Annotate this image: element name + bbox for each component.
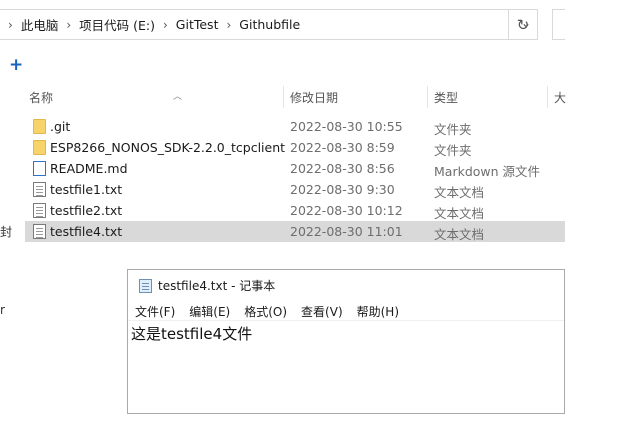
notepad-icon: [139, 278, 152, 293]
notepad-title: testfile4.txt - 记事本: [158, 279, 276, 293]
breadcrumb-githubfile[interactable]: Githubfile: [239, 17, 300, 32]
sort-up-icon: ︿: [173, 92, 183, 102]
navigation-pane-clipped: 封 r: [0, 80, 25, 410]
file-type: Markdown 源文件: [434, 164, 541, 179]
column-divider[interactable]: [283, 86, 284, 108]
new-item-button[interactable]: +: [9, 55, 23, 75]
menu-view[interactable]: 查看(V): [301, 303, 343, 320]
breadcrumb-gittest[interactable]: GitTest: [176, 17, 219, 32]
plus-icon: +: [9, 55, 24, 75]
menu-file[interactable]: 文件(F): [135, 303, 175, 320]
notepad-title-bar[interactable]: testfile4.txt - 记事本: [139, 277, 275, 294]
text-file-icon: [33, 203, 46, 218]
file-name: testfile2.txt: [50, 203, 123, 218]
chevron-right-icon[interactable]: ›: [66, 18, 71, 32]
notepad-window: testfile4.txt - 记事本 文件(F) 编辑(E) 格式(O) 查看…: [127, 269, 565, 414]
menu-divider: [128, 320, 564, 321]
file-row-selected[interactable]: testfile4.txt 2022-08-30 11:01 文本文档: [25, 221, 565, 242]
search-box-edge[interactable]: [552, 9, 565, 40]
file-type: 文件夹: [434, 122, 472, 137]
breadcrumb-this-pc[interactable]: 此电脑: [21, 15, 59, 34]
menu-help[interactable]: 帮助(H): [357, 303, 399, 320]
file-date: 2022-08-30 8:56: [290, 161, 395, 176]
column-header-name[interactable]: 名称: [29, 89, 53, 106]
file-name: ESP8266_NONOS_SDK-2.2.0_tcpclient: [50, 140, 286, 155]
text-file-icon: [33, 182, 46, 197]
file-row[interactable]: README.md 2022-08-30 8:56 Markdown 源文件: [25, 158, 565, 179]
chevron-right-icon[interactable]: ›: [163, 18, 168, 32]
file-row[interactable]: ESP8266_NONOS_SDK-2.2.0_tcpclient 2022-0…: [25, 137, 565, 158]
refresh-icon: ↻: [516, 15, 530, 34]
file-type: 文本文档: [434, 185, 485, 200]
column-header-date[interactable]: 修改日期: [290, 89, 338, 106]
column-header-size[interactable]: 大: [554, 89, 566, 106]
column-header-type[interactable]: 类型: [434, 89, 458, 106]
chevron-right-icon[interactable]: ›: [226, 18, 231, 32]
markdown-file-icon: [33, 161, 46, 176]
file-date: 2022-08-30 8:59: [290, 140, 395, 155]
file-name: testfile4.txt: [50, 224, 123, 239]
file-date: 2022-08-30 9:30: [290, 182, 395, 197]
nav-pane-clipped-text: r: [0, 303, 5, 317]
column-divider[interactable]: [547, 86, 548, 108]
file-type: 文本文档: [434, 206, 485, 221]
text-file-icon: [33, 224, 46, 239]
chevron-right-icon[interactable]: ›: [8, 18, 13, 32]
notepad-menu-bar: 文件(F) 编辑(E) 格式(O) 查看(V) 帮助(H): [135, 303, 399, 320]
file-date: 2022-08-30 11:01: [290, 224, 403, 239]
folder-icon: [33, 119, 46, 134]
file-row[interactable]: .git 2022-08-30 10:55 文件夹: [25, 116, 565, 137]
folder-icon: [33, 140, 46, 155]
file-name: README.md: [50, 161, 128, 176]
file-type: 文本文档: [434, 227, 485, 242]
refresh-button[interactable]: ↻: [508, 9, 538, 40]
file-name: .git: [50, 119, 71, 134]
column-divider[interactable]: [427, 86, 428, 108]
notepad-text-area[interactable]: 这是testfile4文件: [131, 323, 252, 344]
file-row[interactable]: testfile1.txt 2022-08-30 9:30 文本文档: [25, 179, 565, 200]
file-row[interactable]: testfile2.txt 2022-08-30 10:12 文本文档: [25, 200, 565, 221]
file-date: 2022-08-30 10:12: [290, 203, 403, 218]
file-name: testfile1.txt: [50, 182, 123, 197]
nav-pane-clipped-text: 封: [0, 225, 13, 239]
address-bar[interactable]: › 此电脑 › 项目代码 (E:) › GitTest › Githubfile…: [0, 9, 538, 40]
menu-edit[interactable]: 编辑(E): [189, 303, 230, 320]
breadcrumb-drive-e[interactable]: 项目代码 (E:): [79, 15, 155, 34]
menu-format[interactable]: 格式(O): [244, 303, 287, 320]
file-date: 2022-08-30 10:55: [290, 119, 403, 134]
file-type: 文件夹: [434, 143, 472, 158]
column-header-row: ︿ 名称 修改日期 类型 大: [25, 86, 566, 108]
